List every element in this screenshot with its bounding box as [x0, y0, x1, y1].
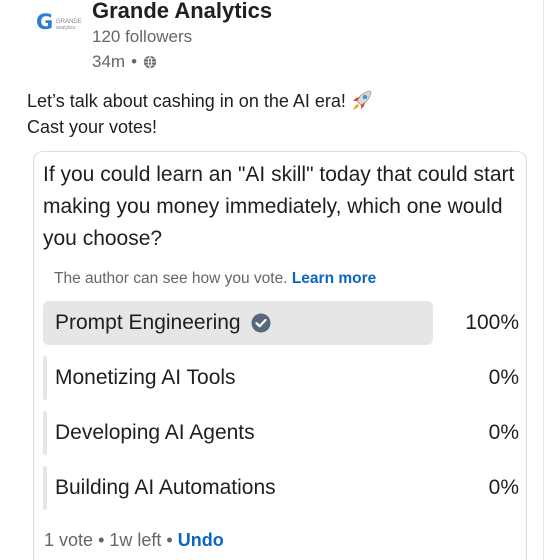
post-text-line-2: Cast your votes!: [27, 117, 158, 137]
learn-more-link[interactable]: Learn more: [292, 270, 376, 287]
globe-icon: [143, 55, 157, 69]
vote-count: 1 vote: [44, 530, 94, 550]
company-name[interactable]: Grande Analytics: [92, 0, 272, 24]
poll-option-label: Prompt Engineering: [55, 301, 271, 345]
logo-line-2: analytics: [56, 25, 76, 31]
rocket-icon: [352, 90, 372, 110]
undo-button[interactable]: Undo: [178, 530, 224, 550]
poll-option-percent: 0%: [488, 476, 519, 499]
poll-notice-text: The author can see how you vote.: [54, 270, 288, 287]
time-left: 1w left: [109, 530, 162, 550]
poll-option-bar: [43, 466, 47, 510]
post-text-line-1: Let’s talk about cashing in on the AI er…: [27, 88, 537, 114]
post-meta: 34m •: [92, 52, 157, 72]
logo-letter: G: [36, 10, 54, 34]
poll-option-bar: [43, 411, 47, 455]
company-logo[interactable]: G GRANDE analytics: [32, 6, 88, 40]
poll-footer: 1 vote • 1w left • Undo: [44, 529, 224, 551]
poll-option-building-ai-automations[interactable]: Building AI Automations 0%: [43, 466, 519, 510]
post-text-line-1-text: Let’s talk about cashing in on the AI er…: [27, 91, 346, 111]
poll-option-percent: 0%: [488, 366, 519, 389]
poll-option-bar: [43, 356, 47, 400]
poll-option-developing-ai-agents[interactable]: Developing AI Agents 0%: [43, 411, 519, 455]
followers-count: 120 followers: [92, 27, 193, 46]
poll-option-label: Monetizing AI Tools: [55, 366, 236, 389]
poll-option-prompt-engineering[interactable]: Prompt Engineering 100%: [43, 301, 519, 345]
poll-option-label: Building AI Automations: [55, 476, 276, 499]
poll-option-monetizing-ai-tools[interactable]: Monetizing AI Tools 0%: [43, 356, 519, 400]
meta-separator: •: [131, 52, 138, 71]
divider: [543, 0, 544, 560]
footer-separator: •: [98, 530, 110, 550]
poll-option-percent: 100%: [465, 311, 519, 334]
poll-question: If you could learn an "AI skill" today t…: [43, 163, 515, 250]
poll-option-percent: 0%: [488, 421, 519, 444]
poll-option-label: Developing AI Agents: [55, 421, 255, 444]
post-text: Let’s talk about cashing in on the AI er…: [27, 88, 537, 140]
poll-notice: The author can see how you vote. Learn m…: [54, 269, 376, 289]
poll-option-label-text: Prompt Engineering: [55, 311, 241, 334]
post-header: G GRANDE analytics Grande Analytics 120 …: [26, 0, 546, 80]
footer-separator: •: [166, 530, 178, 550]
post-time: 34m: [92, 52, 126, 71]
check-circle-icon: [251, 313, 271, 333]
poll-card: If you could learn an "AI skill" today t…: [33, 151, 527, 560]
